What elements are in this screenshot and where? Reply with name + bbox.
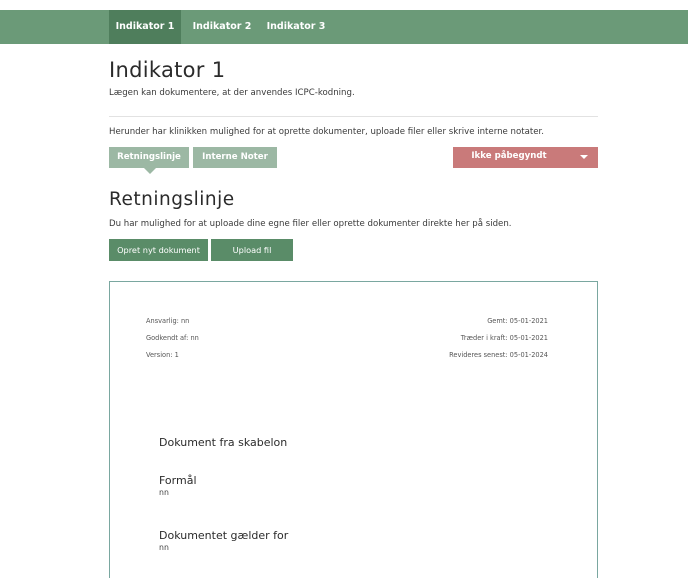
subtab-interne-noter[interactable]: Interne Noter xyxy=(193,147,277,168)
meta-effective: Træder i kraft: 05-01-2021 xyxy=(460,334,548,342)
meta-saved: Gemt: 05-01-2021 xyxy=(487,317,548,325)
document-preview: Ansvarlig: nn Godkendt af: nn Version: 1… xyxy=(109,281,598,578)
section-purpose-value: nn xyxy=(159,488,169,497)
section-purpose-title: Formål xyxy=(159,474,197,487)
meta-approved-by: Godkendt af: nn xyxy=(146,334,199,342)
section-scope-value: nn xyxy=(159,543,169,552)
page-subtitle: Lægen kan dokumentere, at der anvendes I… xyxy=(109,88,355,98)
tab-indikator-2[interactable]: Indikator 2 xyxy=(189,10,255,44)
meta-version: Version: 1 xyxy=(146,351,179,359)
meta-review-by: Revideres senest: 05-01-2024 xyxy=(449,351,548,359)
section-scope-title: Dokumentet gælder for xyxy=(159,529,289,542)
tab-indikator-3[interactable]: Indikator 3 xyxy=(263,10,329,44)
section-description: Du har mulighed for at uploade dine egne… xyxy=(109,219,512,229)
active-tab-pointer xyxy=(144,168,156,174)
intro-text: Herunder har klinikken mulighed for at o… xyxy=(109,127,545,137)
divider xyxy=(109,116,598,117)
meta-responsible: Ansvarlig: nn xyxy=(146,317,190,325)
top-navigation: Indikator 1 Indikator 2 Indikator 3 xyxy=(0,10,688,44)
page-title: Indikator 1 xyxy=(109,58,226,82)
chevron-down-icon xyxy=(580,155,588,159)
tab-indikator-1[interactable]: Indikator 1 xyxy=(109,10,181,44)
create-document-button[interactable]: Opret nyt dokument xyxy=(109,239,208,261)
subtab-retningslinje[interactable]: Retningslinje xyxy=(109,147,189,168)
section-title: Retningslinje xyxy=(109,189,235,210)
status-dropdown[interactable]: Ikke påbegyndt xyxy=(453,147,598,168)
document-heading: Dokument fra skabelon xyxy=(159,436,288,449)
status-dropdown-label: Ikke påbegyndt xyxy=(471,151,547,161)
upload-file-button[interactable]: Upload fil xyxy=(211,239,293,261)
